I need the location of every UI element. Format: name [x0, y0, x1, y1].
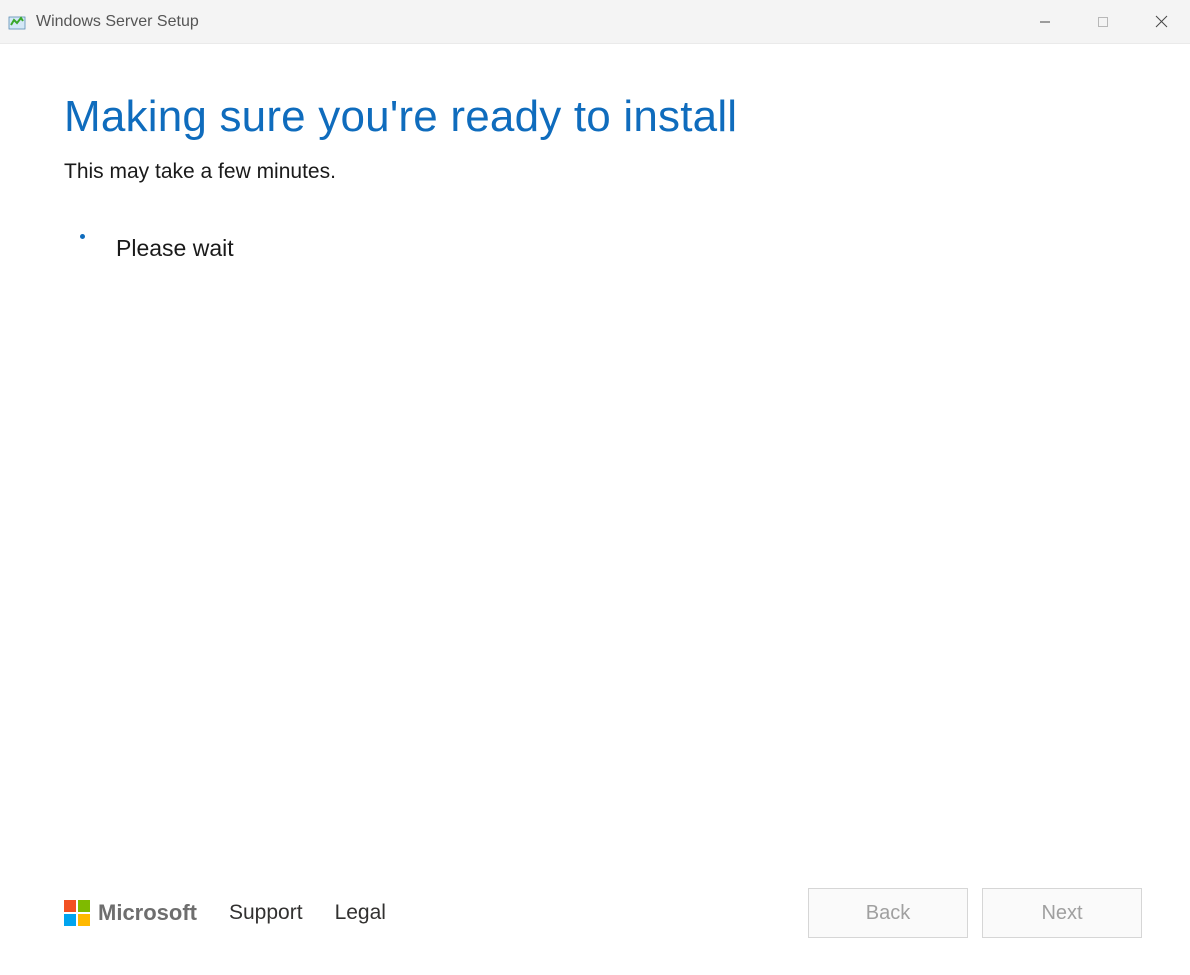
- microsoft-logo-icon: [64, 900, 90, 926]
- titlebar-controls: [1016, 0, 1190, 43]
- close-button[interactable]: [1132, 0, 1190, 43]
- microsoft-logo: Microsoft: [64, 900, 197, 926]
- maximize-button: [1074, 0, 1132, 43]
- microsoft-brand-text: Microsoft: [98, 900, 197, 926]
- progress-row: Please wait: [74, 234, 1126, 262]
- setup-app-icon: [8, 13, 26, 31]
- minimize-button[interactable]: [1016, 0, 1074, 43]
- back-button: Back: [808, 888, 968, 938]
- legal-link[interactable]: Legal: [335, 901, 386, 925]
- progress-label: Please wait: [116, 235, 234, 262]
- footer-left: Microsoft Support Legal: [64, 900, 386, 926]
- titlebar-title: Windows Server Setup: [36, 13, 1016, 31]
- next-button: Next: [982, 888, 1142, 938]
- footer-nav: Back Next: [808, 888, 1142, 938]
- spinner-icon: [74, 234, 102, 262]
- titlebar: Windows Server Setup: [0, 0, 1190, 44]
- footer: Microsoft Support Legal Back Next: [0, 875, 1190, 975]
- support-link[interactable]: Support: [229, 901, 303, 925]
- main-content: Making sure you're ready to install This…: [0, 44, 1190, 875]
- page-subheading: This may take a few minutes.: [64, 160, 1126, 184]
- page-heading: Making sure you're ready to install: [64, 92, 1126, 142]
